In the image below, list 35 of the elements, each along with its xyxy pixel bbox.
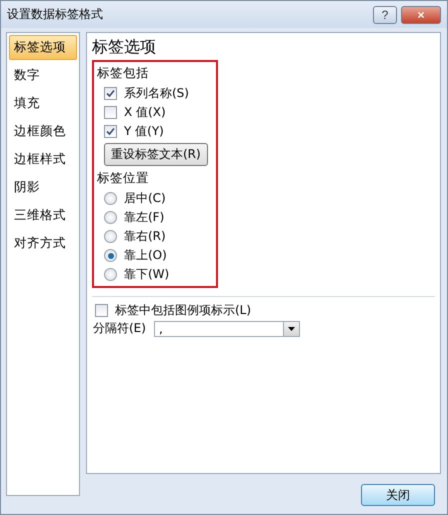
sidebar-item[interactable]: 对齐方式 <box>9 231 77 256</box>
radio-button[interactable] <box>104 268 117 281</box>
checkbox-label: 标签中包括图例项标示(L) <box>115 302 252 319</box>
radio-button[interactable] <box>104 230 117 243</box>
radio-label: 居中(C) <box>124 190 166 207</box>
radio-label: 靠上(O) <box>124 247 167 264</box>
close-button[interactable]: 关闭 <box>361 484 435 506</box>
separator-label: 分隔符(E) <box>93 320 146 337</box>
group-heading: 标签包括 <box>97 65 150 82</box>
radio-label: 靠下(W) <box>124 266 170 283</box>
sidebar-item[interactable]: 阴影 <box>9 175 77 200</box>
panel-title: 标签选项 <box>92 37 157 58</box>
radio-label: 靠右(R) <box>124 228 166 245</box>
group-heading: 标签位置 <box>97 170 150 187</box>
window-title: 设置数据标签格式 <box>7 6 104 23</box>
checkbox[interactable] <box>95 304 108 317</box>
sidebar-item[interactable]: 边框样式 <box>9 147 77 172</box>
radio-button[interactable] <box>104 192 117 205</box>
sidebar-item[interactable]: 边框颜色 <box>9 119 77 144</box>
sidebar-item[interactable]: 标签选项 <box>9 35 77 60</box>
checkbox[interactable] <box>104 106 117 119</box>
checkbox-label: 系列名称(S) <box>124 85 189 102</box>
checkbox[interactable] <box>104 87 117 100</box>
separator-dropdown[interactable]: , <box>154 320 300 336</box>
sidebar-item[interactable]: 数字 <box>9 63 77 88</box>
sidebar-item[interactable]: 填充 <box>9 91 77 116</box>
radio-label: 靠左(F) <box>124 209 164 226</box>
help-button[interactable]: ? <box>373 6 397 24</box>
reset-button[interactable]: 重设标签文本(R) <box>104 143 208 166</box>
checkbox-label: Y 值(Y) <box>124 123 164 140</box>
checkbox[interactable] <box>104 125 117 138</box>
radio-button[interactable] <box>104 211 117 224</box>
checkbox-label: X 值(X) <box>124 104 166 121</box>
sidebar-item[interactable]: 三维格式 <box>9 203 77 228</box>
radio-button[interactable] <box>104 249 117 262</box>
